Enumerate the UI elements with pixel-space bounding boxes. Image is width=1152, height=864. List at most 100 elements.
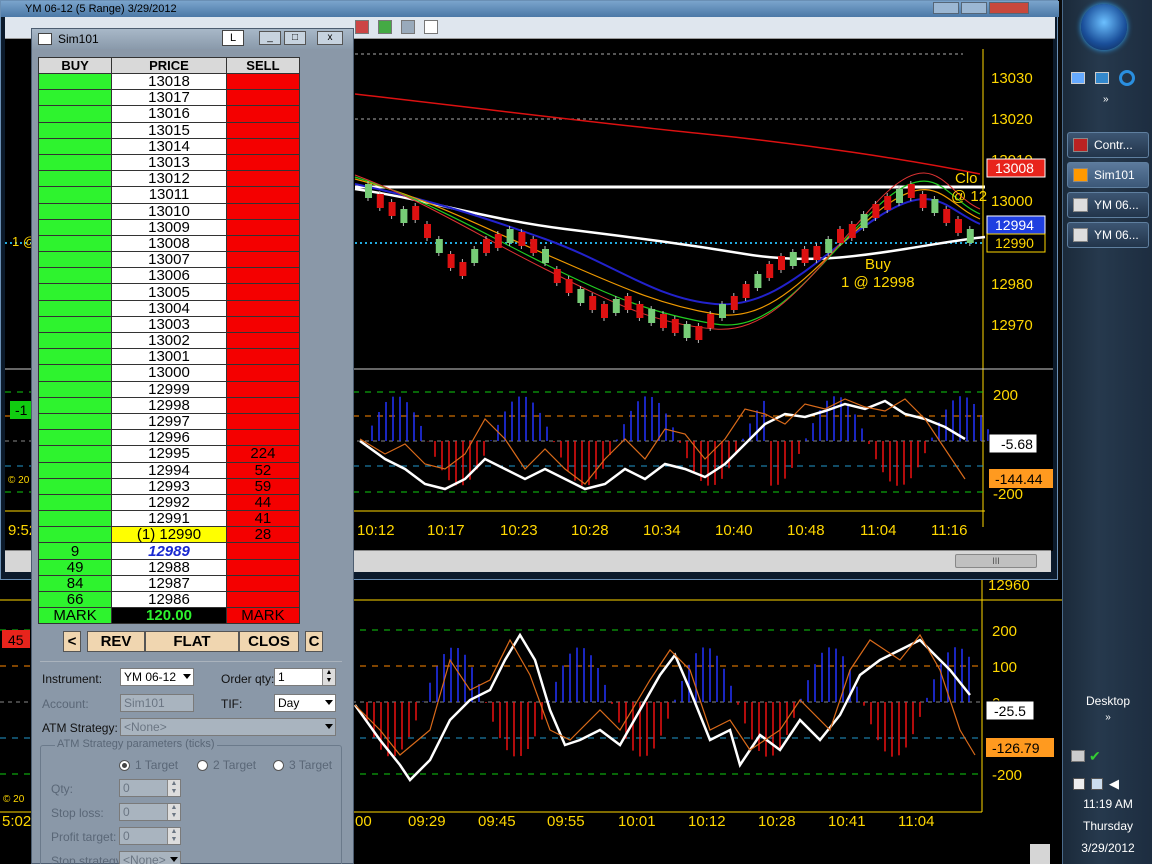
buy-cell[interactable] (37, 348, 113, 366)
sell-cell[interactable] (225, 251, 301, 269)
tif-select[interactable]: Day (274, 694, 336, 712)
order-qty-stepper[interactable]: 1 ▲ ▼ (274, 668, 336, 686)
buy-cell[interactable] (37, 121, 113, 139)
sell-cell[interactable]: 59 (225, 477, 301, 495)
volume-icon[interactable]: ◀ (1109, 776, 1119, 792)
sell-cell[interactable] (225, 364, 301, 382)
clock-time[interactable]: 11:19 AM (1063, 797, 1152, 811)
buy-cell[interactable] (37, 153, 113, 172)
mark-buy[interactable]: MARK (37, 607, 113, 625)
sell-cell[interactable] (225, 267, 301, 285)
buy-cell[interactable] (37, 429, 113, 447)
buy-cell[interactable] (37, 105, 113, 123)
buy-cell[interactable] (37, 267, 113, 285)
toolbar-icon[interactable] (355, 20, 369, 34)
sell-cell[interactable] (225, 153, 301, 172)
close-position-button[interactable]: CLOS (239, 631, 299, 652)
sell-cell[interactable] (225, 574, 301, 593)
buy-cell[interactable] (37, 380, 113, 398)
buy-cell[interactable] (37, 234, 113, 253)
buy-cell[interactable] (37, 396, 113, 414)
target3-radio[interactable] (273, 760, 284, 771)
minimize-button[interactable] (933, 2, 959, 14)
buy-cell[interactable] (37, 331, 113, 350)
sell-cell[interactable] (225, 283, 301, 301)
tray-icon[interactable] (1071, 750, 1085, 762)
quicklaunch-icon[interactable] (1095, 72, 1109, 84)
sell-cell[interactable] (225, 396, 301, 414)
buy-cell[interactable]: 66 (37, 590, 113, 609)
sell-cell[interactable] (225, 542, 301, 560)
scrollbar-thumb[interactable]: III (955, 554, 1037, 568)
mark-sell[interactable]: MARK (225, 607, 301, 625)
buy-cell[interactable] (37, 510, 113, 528)
taskbar-item[interactable]: Sim101 (1067, 162, 1149, 188)
buy-cell[interactable] (37, 315, 113, 334)
toolbar-icon[interactable] (401, 20, 415, 34)
superdom-window[interactable]: Sim101 L _ □ x BUY PRICE SELL 13018 13017… (31, 28, 354, 864)
taskbar-item[interactable]: Contr... (1067, 132, 1149, 158)
toolbar-icon[interactable] (378, 20, 392, 34)
spin-arrows-icon[interactable]: ▲ ▼ (322, 669, 335, 685)
buy-cell[interactable] (37, 493, 113, 512)
buy-cell[interactable]: 9 (37, 542, 113, 560)
sell-cell[interactable] (225, 590, 301, 609)
display-icon[interactable] (1091, 778, 1103, 790)
buy-cell[interactable] (37, 526, 113, 544)
sell-cell[interactable] (225, 202, 301, 220)
sell-cell[interactable] (225, 170, 301, 188)
buy-cell[interactable] (37, 218, 113, 236)
buy-cell[interactable] (37, 461, 113, 479)
sell-cell[interactable] (225, 331, 301, 350)
tray-check-icon[interactable]: ✔ (1089, 748, 1101, 765)
buy-cell[interactable] (37, 445, 113, 463)
sell-cell[interactable] (225, 105, 301, 123)
buy-cell[interactable] (37, 251, 113, 269)
flatten-button[interactable]: FLAT (145, 631, 239, 652)
sell-cell[interactable] (225, 218, 301, 236)
sell-cell[interactable]: 28 (225, 526, 301, 544)
sell-cell[interactable]: 41 (225, 510, 301, 528)
chevron-down-icon[interactable]: » (1103, 94, 1109, 105)
lock-button[interactable]: L (222, 30, 244, 46)
buy-cell[interactable] (37, 137, 113, 155)
buy-cell[interactable]: 84 (37, 574, 113, 593)
desktop-toolbar-label[interactable]: Desktop (1063, 694, 1152, 708)
reverse-button[interactable]: REV (87, 631, 145, 652)
buy-cell[interactable] (37, 186, 113, 204)
buy-cell[interactable]: 49 (37, 558, 113, 576)
maximize-button[interactable]: □ (284, 31, 306, 45)
minimize-button[interactable]: _ (259, 31, 281, 45)
target1-radio[interactable] (119, 760, 130, 771)
buy-cell[interactable] (37, 89, 113, 107)
start-orb-icon[interactable] (1081, 4, 1127, 50)
buy-cell[interactable] (37, 170, 113, 188)
network-icon[interactable] (1073, 778, 1085, 790)
instrument-select[interactable]: YM 06-12 (120, 668, 194, 686)
sell-cell[interactable]: 52 (225, 461, 301, 479)
atm-strategy-select[interactable]: <None> (120, 718, 336, 736)
buy-cell[interactable] (37, 72, 113, 91)
sell-cell[interactable] (225, 315, 301, 334)
buy-cell[interactable] (37, 299, 113, 317)
ie-icon[interactable] (1119, 70, 1135, 86)
close-button[interactable] (989, 2, 1029, 14)
buy-cell[interactable] (37, 477, 113, 495)
sell-cell[interactable] (225, 186, 301, 204)
sell-cell[interactable] (225, 234, 301, 253)
c-button[interactable]: C (305, 631, 323, 652)
sell-cell[interactable] (225, 412, 301, 431)
close-button[interactable]: x (317, 31, 343, 45)
sell-cell[interactable] (225, 299, 301, 317)
sell-cell[interactable] (225, 72, 301, 91)
sell-cell[interactable] (225, 558, 301, 576)
taskbar-item[interactable]: YM 06... (1067, 222, 1149, 248)
quicklaunch-icon[interactable] (1071, 72, 1085, 84)
price-ladder[interactable]: BUY PRICE SELL 13018 13017 13016 13015 13014… (37, 57, 301, 625)
buy-cell[interactable] (37, 412, 113, 431)
buy-cell[interactable] (37, 202, 113, 220)
sell-cell[interactable] (225, 89, 301, 107)
taskbar-item[interactable]: YM 06... (1067, 192, 1149, 218)
sell-cell[interactable]: 44 (225, 493, 301, 512)
maximize-button[interactable] (961, 2, 987, 14)
